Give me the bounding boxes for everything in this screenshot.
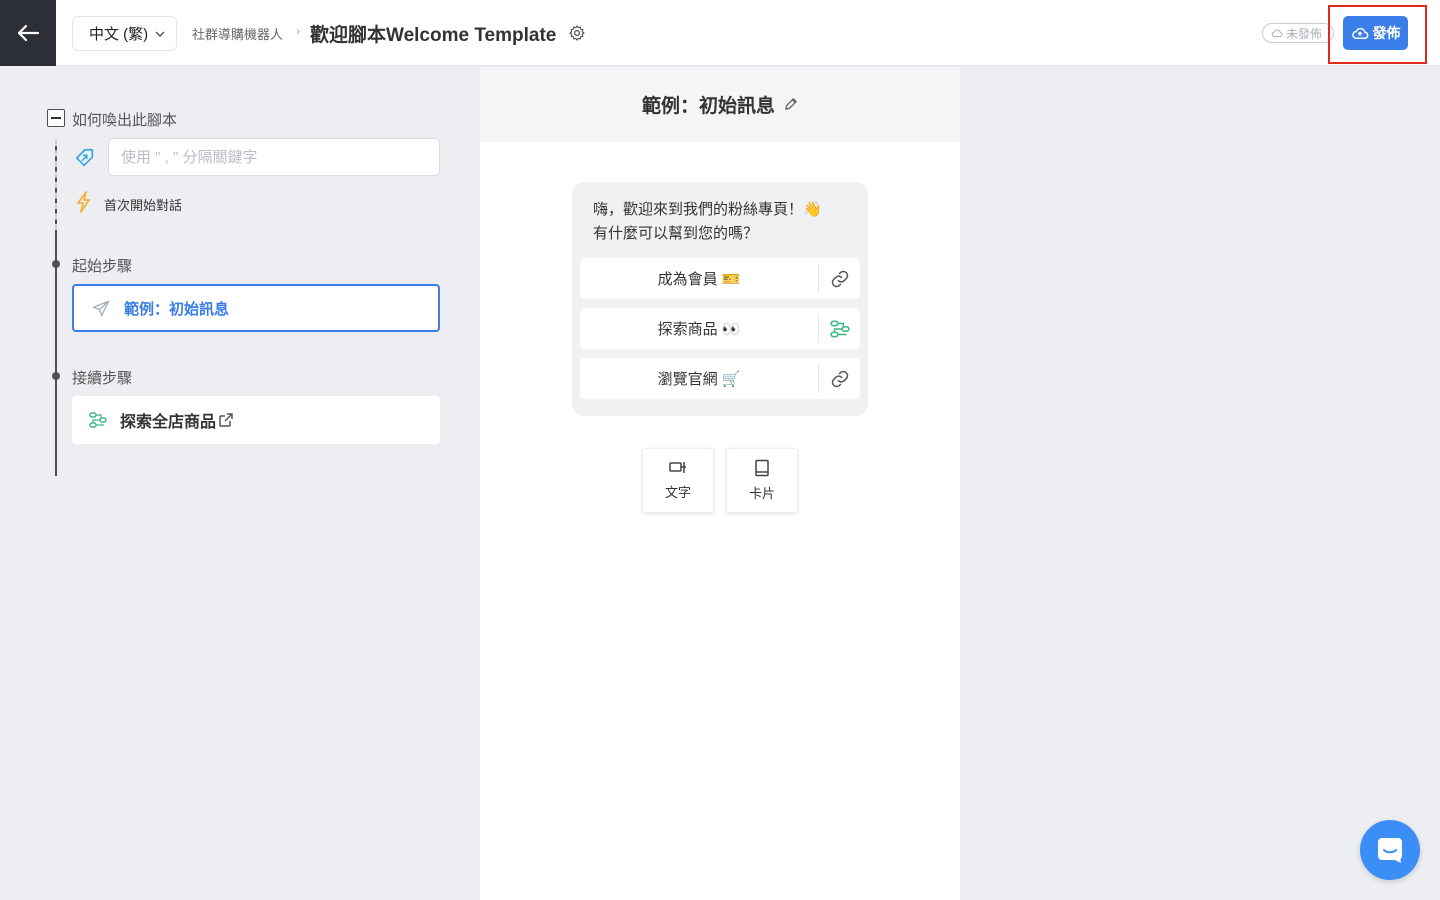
link-icon [831,370,848,387]
next-step-label: 接續步驟 [72,370,133,387]
button-action[interactable] [819,258,860,299]
back-button[interactable] [0,0,56,66]
flow-icon [829,319,850,338]
message-editor: 範例：初始訊息 嗨，歡迎來到我們的粉絲專頁！👋 有什麼可以幫到您的嗎？ 成為會員… [480,67,960,900]
status-label: 未發佈 [1286,26,1323,41]
send-icon [92,300,110,317]
chat-icon [1378,838,1402,863]
tag-icon [75,148,94,167]
quick-reply-button[interactable]: 探索商品 👀 [580,308,860,349]
breadcrumb-parent[interactable]: 社群導購機器人 [192,24,283,43]
lightning-icon [77,191,90,213]
external-link-icon[interactable] [218,412,234,428]
status-badge: 未發佈 [1262,23,1334,43]
publish-label: 發佈 [1372,25,1401,41]
next-step-card[interactable]: 探索全店商品 [72,396,440,444]
start-step-label: 起始步驟 [72,258,133,275]
add-card-label: 卡片 [748,486,775,501]
add-text-label: 文字 [664,485,691,500]
tree-node-dot [52,372,60,380]
top-header: 中文 (繁) 社群導購機器人 › 歡迎腳本Welcome Template 未發… [0,0,1440,66]
quick-reply-label: 瀏覽官網 🛒 [657,371,741,388]
start-step-card[interactable]: 範例：初始訊息 [72,284,440,332]
editor-title: 範例：初始訊息 [641,96,775,117]
editor-header: 範例：初始訊息 [480,67,960,142]
arrow-left-icon [17,24,39,42]
quick-reply-button[interactable]: 瀏覽官網 🛒 [580,358,860,399]
add-text-button[interactable]: 文字 [642,448,714,513]
keyword-input[interactable] [108,138,440,176]
start-step-title: 範例：初始訊息 [124,300,230,318]
pencil-icon[interactable] [783,97,798,112]
add-card-button[interactable]: 卡片 [726,448,798,513]
quick-reply-label: 探索商品 👀 [657,321,741,338]
first-conversation-trigger[interactable]: 首次開始對話 [104,195,182,214]
language-select-value: 中文 (繁) [89,26,149,43]
collapse-toggle[interactable] [47,109,65,127]
link-icon [831,270,848,287]
language-select[interactable]: 中文 (繁) [72,16,177,51]
trigger-section-label: 如何喚出此腳本 [72,112,178,129]
publish-button[interactable]: 發佈 [1343,16,1408,50]
card-icon [755,459,769,477]
button-action[interactable] [819,358,860,399]
breadcrumb-separator: › [296,24,300,38]
message-text[interactable]: 嗨，歡迎來到我們的粉絲專頁！👋 有什麼可以幫到您的嗎？ [593,198,853,246]
tree-node-dot [52,260,60,268]
button-action[interactable] [819,308,860,349]
flow-icon [89,412,107,428]
message-bubble[interactable]: 嗨，歡迎來到我們的粉絲專頁！👋 有什麼可以幫到您的嗎？ 成為會員 🎫 探索商品 … [572,182,868,416]
page-title: 歡迎腳本Welcome Template [310,25,557,46]
quick-reply-label: 成為會員 🎫 [657,271,741,288]
cloud-icon [1271,29,1283,37]
gear-icon[interactable] [568,24,586,42]
text-message-icon [669,462,686,473]
next-step-title: 探索全店商品 [120,414,217,431]
chat-launcher-button[interactable] [1360,820,1420,880]
chevron-down-icon [155,31,165,38]
cloud-upload-icon [1351,27,1368,39]
quick-reply-button[interactable]: 成為會員 🎫 [580,258,860,299]
tree-line-dashed [55,140,57,230]
